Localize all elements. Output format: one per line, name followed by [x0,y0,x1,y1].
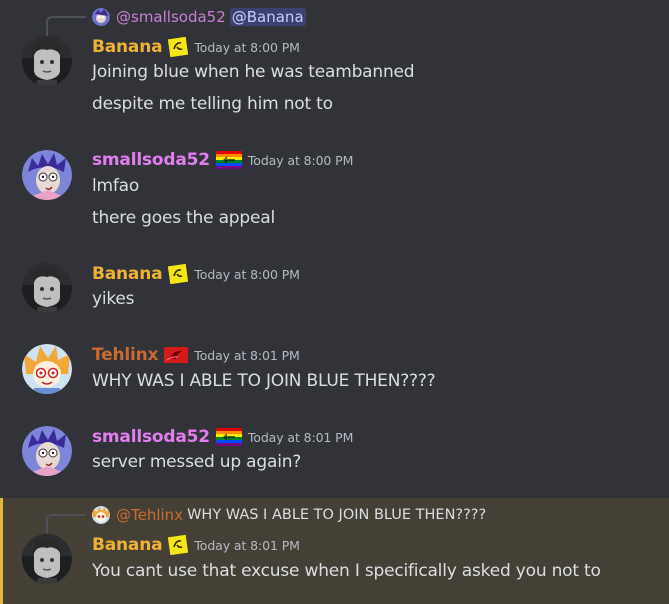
timestamp: Today at 8:01 PM [194,347,300,363]
chat-message-list: @smallsoda52 @Banana Banana Today at 8:0… [0,0,669,604]
red-role-icon [164,346,189,364]
avatar[interactable] [22,150,72,200]
message-text: there goes the appeal [92,208,275,228]
timestamp: Today at 8:00 PM [247,152,354,168]
username[interactable]: Banana [92,264,163,284]
message-header: Tehlinx Today at 8:01 PM [92,342,300,368]
reply-preview[interactable]: @Tehlinx WHY WAS I ABLE TO JOIN BLUE THE… [92,505,486,525]
message-text: You cant use that excuse when I specific… [92,561,601,581]
message-header: smallsoda52 Today at 8:00 PM [92,147,353,173]
banana-role-icon [168,535,189,555]
banana-role-icon [168,37,189,57]
reply-content[interactable]: WHY WAS I ABLE TO JOIN BLUE THEN???? [187,507,486,523]
pride-flag-icon [215,428,242,446]
username[interactable]: Banana [92,37,163,57]
reply-connector [46,514,86,536]
reply-connector [46,16,86,38]
reply-preview[interactable]: @smallsoda52 @Banana [92,7,306,27]
message-header: Banana Today at 8:00 PM [92,261,300,287]
mention-pill[interactable]: @Banana [229,8,306,26]
message-text: despite me telling him not to [92,94,333,114]
message-text: lmfao [92,176,140,196]
banana-role-icon [168,264,189,284]
message-header: Banana Today at 8:00 PM [92,34,300,60]
username[interactable]: smallsoda52 [92,427,210,447]
timestamp: Today at 8:00 PM [194,39,300,55]
timestamp: Today at 8:01 PM [194,537,300,553]
username[interactable]: Tehlinx [92,345,158,365]
message-header: Banana Today at 8:01 PM [92,532,300,558]
tehlinx-avatar-icon [92,506,110,524]
avatar[interactable] [22,263,72,313]
timestamp: Today at 8:01 PM [247,429,354,445]
message-text: server messed up again? [92,452,302,472]
reply-author[interactable]: @Tehlinx [116,506,183,524]
message-text: WHY WAS I ABLE TO JOIN BLUE THEN???? [92,371,436,391]
avatar[interactable] [22,344,72,394]
pride-flag-icon [215,151,242,169]
smallsoda-avatar-icon [92,8,110,26]
avatar[interactable] [22,426,72,476]
avatar[interactable] [22,36,72,86]
username[interactable]: smallsoda52 [92,150,210,170]
message-text: yikes [92,289,135,309]
username[interactable]: Banana [92,535,163,555]
message-header: smallsoda52 Today at 8:01 PM [92,424,353,450]
message-text: Joining blue when he was teambanned [92,62,415,82]
timestamp: Today at 8:00 PM [194,266,300,282]
reply-author[interactable]: @smallsoda52 [116,8,226,26]
avatar[interactable] [22,534,72,584]
